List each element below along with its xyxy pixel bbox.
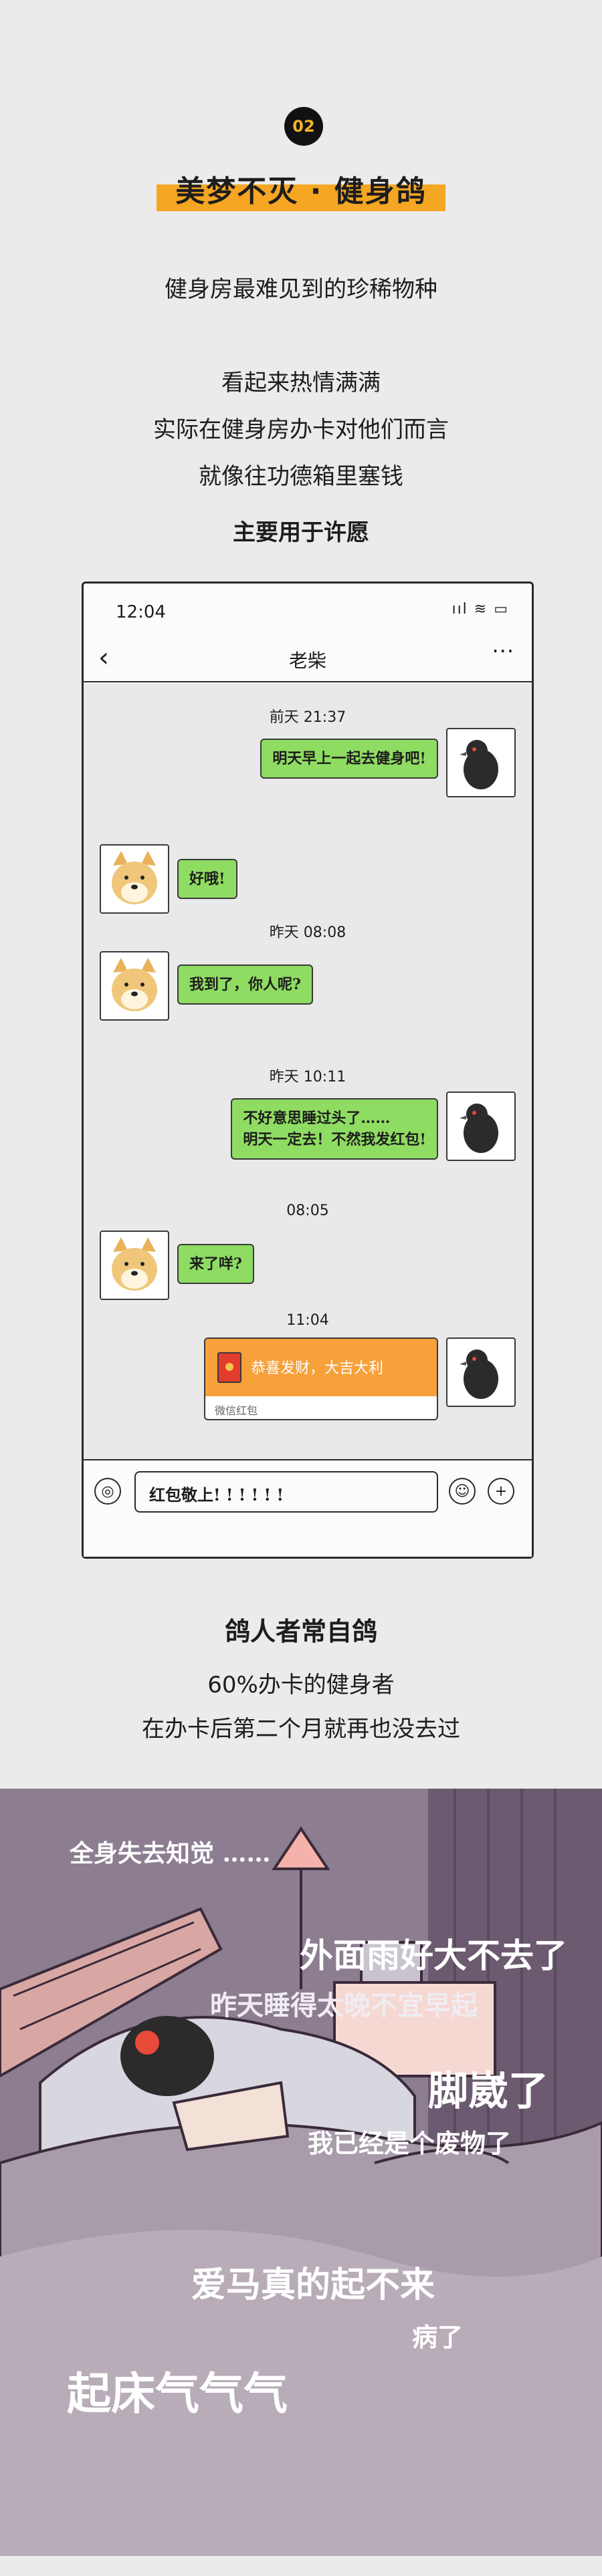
red-envelope-icon bbox=[217, 1352, 241, 1383]
scene-text-3: 昨天睡得太晚不宜早起 bbox=[210, 1990, 478, 2021]
scene-text-2: 外面雨好大不去了 bbox=[300, 1936, 567, 1975]
pigeon-icon bbox=[460, 1104, 498, 1153]
message-input[interactable]: 红包敬上! ! ! ! ! ! bbox=[134, 1471, 438, 1513]
doge-avatar[interactable] bbox=[100, 844, 169, 914]
section-heading: 鸽人者常自鸽 bbox=[224, 1617, 377, 1646]
more-icon[interactable]: ··· bbox=[492, 638, 514, 664]
doge-avatar[interactable] bbox=[100, 951, 169, 1021]
pigeon-icon bbox=[460, 1349, 498, 1399]
pigeon-avatar[interactable] bbox=[446, 1091, 516, 1161]
doge-icon bbox=[112, 1237, 157, 1291]
chat-input-bar: ◎ 红包敬上! ! ! ! ! ! ☺ + bbox=[84, 1459, 532, 1557]
timestamp: 昨天 08:08 bbox=[269, 924, 346, 941]
intro-line-2: 实际在健身房办卡对他们而言 bbox=[153, 416, 449, 443]
message-bubble-sent[interactable]: 不好意思睡过头了…… 明天一定去！不然我发红包! bbox=[231, 1098, 438, 1160]
intro-emphasis: 主要用于许愿 bbox=[233, 519, 369, 546]
phone-mockup: 12:04 ııl ≋ ▭ ‹ 老柴 ··· 前天 21:37 明天早上一起去健… bbox=[82, 582, 534, 1559]
bedroom-illustration: 全身失去知觉 …… 外面雨好大不去了 昨天睡得太晚不宜早起 脚崴了 我已经是个废… bbox=[0, 1789, 602, 2556]
voice-icon[interactable]: ◎ bbox=[94, 1478, 121, 1505]
chat-area: 前天 21:37 明天早上一起去健身吧! 好哦! 昨天 08:08 我到了，你人… bbox=[84, 684, 532, 1459]
doge-avatar[interactable] bbox=[100, 1231, 169, 1300]
chat-nav-bar: ‹ 老柴 ··· bbox=[84, 637, 532, 682]
pigeon-avatar[interactable] bbox=[446, 1337, 516, 1407]
doge-icon bbox=[112, 958, 157, 1011]
section-title: 美梦不灭 · 健身鸽 bbox=[175, 174, 427, 209]
stat-line-1: 60%办卡的健身者 bbox=[207, 1672, 395, 1698]
timestamp: 11:04 bbox=[286, 1312, 329, 1329]
contact-name: 老柴 bbox=[288, 650, 326, 672]
red-packet-greeting: 恭喜发财，大吉大利 bbox=[251, 1360, 384, 1377]
scene-text-7: 病了 bbox=[412, 2322, 464, 2352]
message-bubble-received[interactable]: 我到了，你人呢? bbox=[177, 964, 313, 1005]
red-packet-label: 微信红包 bbox=[215, 1404, 258, 1417]
subtitle: 健身房最难见到的珍稀物种 bbox=[165, 276, 437, 303]
pigeon-avatar[interactable] bbox=[446, 728, 516, 797]
status-icons: ııl ≋ ▭ bbox=[452, 601, 509, 618]
timestamp: 08:05 bbox=[286, 1202, 329, 1219]
emoji-icon[interactable]: ☺ bbox=[449, 1478, 476, 1505]
message-bubble-sent[interactable]: 明天早上一起去健身吧! bbox=[260, 739, 438, 779]
bedroom-scene bbox=[0, 1789, 602, 2556]
red-packet-message[interactable]: 恭喜发财，大吉大利 微信红包 bbox=[204, 1337, 438, 1420]
status-time: 12:04 bbox=[116, 602, 166, 622]
stat-line-2: 在办卡后第二个月就再也没去过 bbox=[142, 1716, 460, 1743]
pigeon-icon bbox=[460, 740, 498, 789]
doge-icon bbox=[112, 851, 157, 904]
message-bubble-received[interactable]: 好哦! bbox=[177, 859, 237, 899]
timestamp: 昨天 10:11 bbox=[269, 1069, 346, 1085]
red-packet-body: 恭喜发财，大吉大利 bbox=[205, 1339, 437, 1396]
scene-text-6: 爱马真的起不来 bbox=[191, 2265, 435, 2305]
intro-line-3: 就像往功德箱里塞钱 bbox=[199, 463, 403, 490]
scene-text-4: 脚崴了 bbox=[428, 2068, 548, 2115]
scene-text-8: 起床气气气 bbox=[67, 2367, 288, 2420]
plus-icon[interactable]: + bbox=[488, 1478, 514, 1505]
section-number-badge: 02 bbox=[284, 107, 323, 146]
scene-text-1: 全身失去知觉 …… bbox=[70, 1839, 271, 1867]
intro-line-1: 看起来热情满满 bbox=[221, 370, 381, 396]
scene-text-5: 我已经是个废物了 bbox=[308, 2128, 512, 2158]
message-bubble-received[interactable]: 来了咩? bbox=[177, 1244, 254, 1284]
timestamp: 前天 21:37 bbox=[269, 709, 346, 726]
